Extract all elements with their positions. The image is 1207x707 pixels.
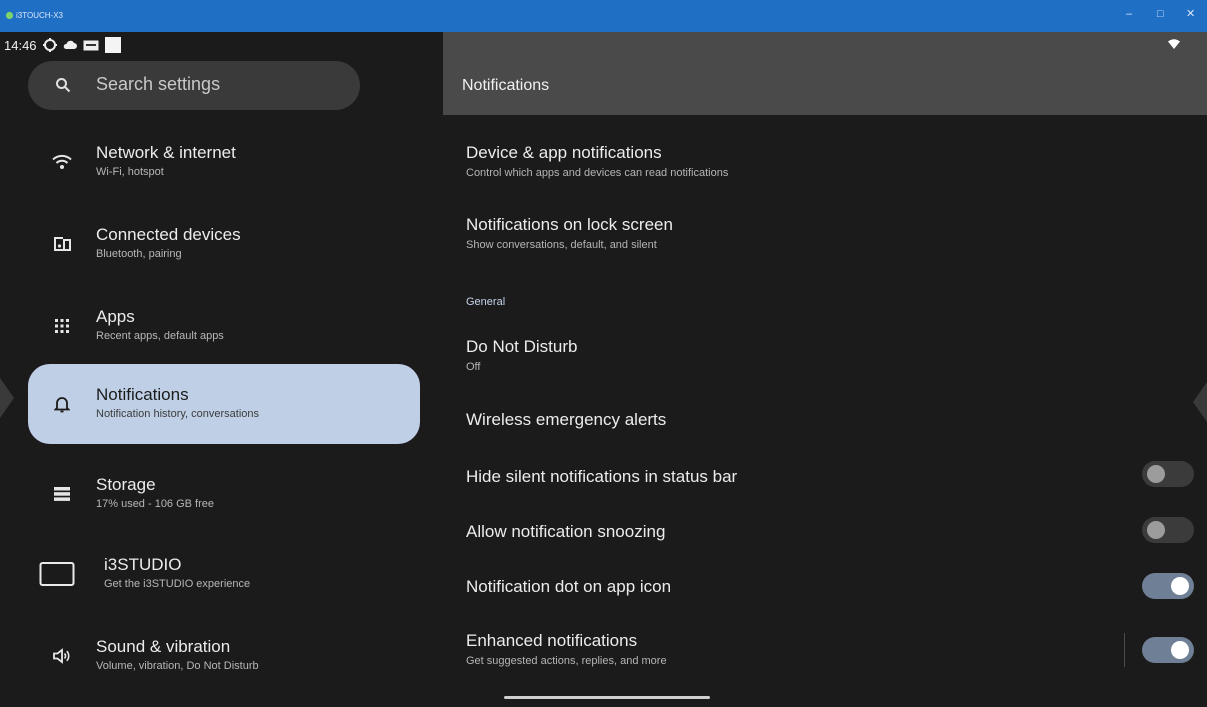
sidebar-item-subtitle: Volume, vibration, Do Not Disturb xyxy=(96,660,259,672)
speaker-icon xyxy=(50,644,74,668)
notification-dot-toggle[interactable] xyxy=(1142,573,1194,599)
row-title: Device & app notifications xyxy=(466,143,662,162)
toggle-knob xyxy=(1147,465,1165,483)
i3studio-icon xyxy=(39,562,75,586)
navigation-home-bar[interactable] xyxy=(504,696,710,699)
sidebar-item-connected-devices[interactable]: Connected devices Bluetooth, pairing xyxy=(28,204,420,284)
status-clock: 14:46 xyxy=(4,37,37,53)
bell-icon xyxy=(50,392,74,416)
row-title: Notification dot on app icon xyxy=(466,577,672,596)
section-header-general: General xyxy=(466,296,506,308)
sidebar-item-title: Connected devices xyxy=(96,225,241,244)
wifi-signal-icon xyxy=(1168,39,1180,49)
sidebar-item-subtitle: 17% used - 106 GB free xyxy=(96,498,215,510)
sidebar-item-title: Network & internet xyxy=(96,143,236,162)
row-subtitle: Off xyxy=(466,361,481,373)
sidebar-item-notifications[interactable]: Notifications Notification history, conv… xyxy=(28,364,420,444)
sidebar-item-subtitle: Bluetooth, pairing xyxy=(96,248,182,260)
toggle-divider xyxy=(1124,633,1125,667)
lock-screen-notifications-item[interactable]: Notifications on lock screen Show conver… xyxy=(466,215,1186,251)
notification-square-icon xyxy=(104,37,121,53)
sidebar-item-title: Apps xyxy=(96,307,135,326)
cloud-icon xyxy=(63,40,77,49)
hide-silent-notifications-toggle[interactable] xyxy=(1142,461,1194,487)
close-button[interactable]: ✕ xyxy=(1186,6,1195,22)
wifi-icon xyxy=(50,150,74,174)
toggle-knob xyxy=(1171,577,1189,595)
panel-header: Notifications xyxy=(443,32,1207,115)
row-subtitle: Get suggested actions, replies, and more xyxy=(466,655,667,667)
settings-sidebar: 14:46 Search settings Network & internet… xyxy=(0,32,443,707)
sidebar-item-title: Sound & vibration xyxy=(96,637,231,656)
search-icon xyxy=(56,78,71,93)
status-bar: 14:46 xyxy=(4,35,121,55)
row-subtitle: Control which apps and devices can read … xyxy=(466,167,729,179)
sidebar-item-i3studio[interactable]: i3STUDIO Get the i3STUDIO experience xyxy=(28,534,420,614)
apps-grid-icon xyxy=(50,314,74,338)
settings-gear-icon xyxy=(42,38,57,52)
sidebar-item-subtitle: Recent apps, default apps xyxy=(96,330,224,342)
sidebar-item-title: i3STUDIO xyxy=(104,555,182,574)
row-title: Enhanced notifications xyxy=(466,631,638,650)
sidebar-item-title: Notifications xyxy=(96,385,189,404)
sidebar-item-apps[interactable]: Apps Recent apps, default apps xyxy=(28,286,420,366)
wireless-emergency-alerts-item[interactable]: Wireless emergency alerts xyxy=(466,410,1186,430)
row-subtitle: Show conversations, default, and silent xyxy=(466,239,657,251)
row-title: Notifications on lock screen xyxy=(466,215,673,234)
do-not-disturb-item[interactable]: Do Not Disturb Off xyxy=(466,337,1186,373)
app-icon xyxy=(5,11,14,20)
sidebar-item-title: Storage xyxy=(96,475,156,494)
window-title-bar: i3TOUCH-X3 – □ ✕ xyxy=(0,0,1207,32)
device-app-notifications-item[interactable]: Device & app notifications Control which… xyxy=(466,143,1186,179)
notifications-panel: Notifications Device & app notifications… xyxy=(443,32,1207,707)
sidebar-item-subtitle: Wi-Fi, hotspot xyxy=(96,166,164,178)
window-title: i3TOUCH-X3 xyxy=(16,11,63,20)
search-placeholder: Search settings xyxy=(96,74,221,94)
row-title: Hide silent notifications in status bar xyxy=(466,467,738,486)
maximize-button[interactable]: □ xyxy=(1157,6,1164,22)
allow-snoozing-toggle[interactable] xyxy=(1142,517,1194,543)
sidebar-item-sound[interactable]: Sound & vibration Volume, vibration, Do … xyxy=(28,616,420,696)
sidebar-item-network[interactable]: Network & internet Wi-Fi, hotspot xyxy=(28,122,420,202)
enhanced-notifications-toggle[interactable] xyxy=(1142,637,1194,663)
keyboard-icon xyxy=(83,40,99,50)
row-title: Do Not Disturb xyxy=(466,337,578,356)
toggle-knob xyxy=(1171,641,1189,659)
storage-icon xyxy=(50,482,74,506)
search-settings-bar[interactable]: Search settings xyxy=(28,61,360,110)
allow-snoozing-item[interactable]: Allow notification snoozing xyxy=(466,522,1186,542)
toggle-knob xyxy=(1147,521,1165,539)
minimize-button[interactable]: – xyxy=(1126,6,1132,22)
notification-dot-item[interactable]: Notification dot on app icon xyxy=(466,577,1186,597)
sidebar-item-storage[interactable]: Storage 17% used - 106 GB free xyxy=(28,454,420,534)
row-title: Allow notification snoozing xyxy=(466,522,666,541)
sidebar-item-subtitle: Get the i3STUDIO experience xyxy=(104,578,251,590)
page-title: Notifications xyxy=(462,77,550,94)
right-edge-handle[interactable] xyxy=(1193,382,1207,422)
hide-silent-notifications-item[interactable]: Hide silent notifications in status bar xyxy=(466,467,1186,487)
left-edge-handle[interactable] xyxy=(0,378,14,418)
enhanced-notifications-item[interactable]: Enhanced notifications Get suggested act… xyxy=(466,631,1186,667)
connected-devices-icon xyxy=(50,232,74,256)
row-title: Wireless emergency alerts xyxy=(466,410,667,429)
sidebar-item-subtitle: Notification history, conversations xyxy=(96,408,260,420)
